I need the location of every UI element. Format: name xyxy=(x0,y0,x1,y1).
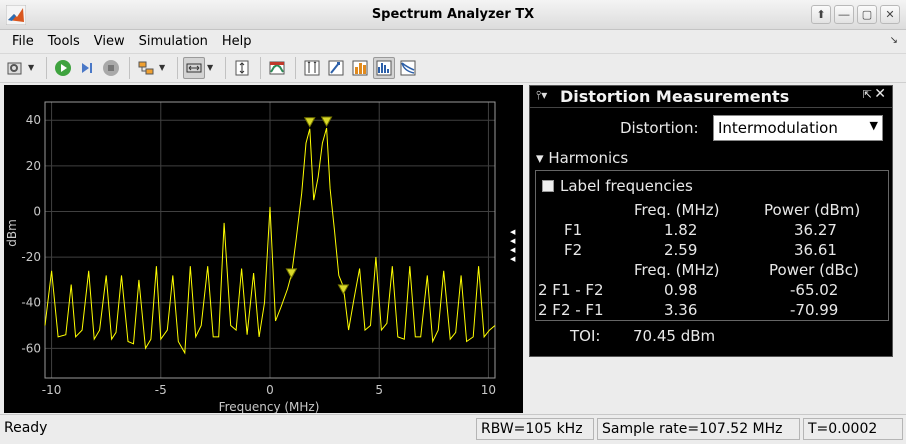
row-freq: 3.36 xyxy=(664,301,698,319)
cursor-measurements-icon[interactable] xyxy=(349,57,371,79)
status-ready: Ready xyxy=(4,420,48,436)
row-freq: 0.98 xyxy=(664,281,698,299)
ccdf-icon[interactable] xyxy=(397,57,419,79)
close-icon[interactable]: ✕ xyxy=(880,5,900,24)
run-icon[interactable] xyxy=(52,57,74,79)
label-frequencies-row[interactable]: Label frequencies xyxy=(542,177,693,195)
pin-icon[interactable]: ⫯▾ xyxy=(536,88,547,103)
row-freq: 2.59 xyxy=(664,241,698,259)
y-tick-label: 40 xyxy=(26,113,41,127)
status-bar: Ready RBW=105 kHz Sample rate=107.52 MHz… xyxy=(0,414,906,444)
row-name: 2 F2 - F1 xyxy=(538,301,604,319)
distortion-measurements-panel: ⫯▾ Distortion Measurements ⇱ ✕ Distortio… xyxy=(529,85,893,357)
distortion-select-value: Intermodulation xyxy=(718,119,838,137)
y-tick-label: -20 xyxy=(21,250,41,264)
x-tick-label: -10 xyxy=(42,383,62,397)
restore-up-icon[interactable]: ⬆ xyxy=(811,5,831,24)
menu-help[interactable]: Help xyxy=(216,34,260,49)
title-bar: Spectrum Analyzer TX ⬆ ― ▢ ✕ xyxy=(0,0,906,30)
peak-marker[interactable] xyxy=(285,268,298,279)
menu-file[interactable]: File xyxy=(6,34,42,49)
settings-dropdown-icon[interactable]: ▼ xyxy=(28,57,37,79)
panel-header: ⫯▾ Distortion Measurements ⇱ ✕ xyxy=(530,86,892,108)
dock-arrow-icon[interactable]: ↘ xyxy=(890,35,898,46)
label-frequencies-label: Label frequencies xyxy=(560,177,693,195)
signal-selector-dropdown-icon[interactable]: ▼ xyxy=(159,57,168,79)
window-title: Spectrum Analyzer TX xyxy=(371,7,535,22)
power-header: Power (dBm) xyxy=(764,201,861,219)
peak-finder-icon[interactable] xyxy=(325,57,347,79)
panel-close-icon[interactable]: ✕ xyxy=(874,86,886,102)
harmonics-section-toggle[interactable]: ▾ Harmonics xyxy=(536,149,628,167)
row-name: 2 F1 - F2 xyxy=(538,281,604,299)
collapse-triangle-icon: ▾ xyxy=(536,149,544,167)
spectrum-plot[interactable]: 40 20 0 -20 -40 -60 -10 -5 0 5 10 dBm Frequency (… xyxy=(4,85,523,413)
row-name: F1 xyxy=(564,221,583,239)
chevron-down-icon: ▼ xyxy=(869,119,878,132)
step-forward-icon[interactable] xyxy=(76,57,98,79)
maximize-icon[interactable]: ▢ xyxy=(857,5,877,24)
row-power: 36.27 xyxy=(794,221,837,239)
zoom-icon[interactable] xyxy=(183,57,205,79)
stop-icon[interactable] xyxy=(100,57,122,79)
row-power: -70.99 xyxy=(790,301,839,319)
distortion-select[interactable]: Intermodulation ▼ xyxy=(713,115,883,141)
x-tick-label: 10 xyxy=(481,383,496,397)
y-tick-label: 20 xyxy=(26,159,41,173)
freq-header: Freq. (MHz) xyxy=(634,261,720,279)
spectrum-analyzer-window: Spectrum Analyzer TX ⬆ ― ▢ ✕ File Tools … xyxy=(0,0,906,444)
distortion-measurements-icon[interactable] xyxy=(373,57,395,79)
toolbar: ▼ ▼ ▼ xyxy=(0,53,906,83)
peak-marker[interactable] xyxy=(320,116,333,128)
y-tick-label: -40 xyxy=(21,296,41,310)
y-tick-label: -60 xyxy=(21,341,41,355)
harmonics-table: Label frequencies Freq. (MHz) Power (dBm… xyxy=(535,170,889,321)
toi-label: TOI: xyxy=(570,327,601,345)
status-rbw: RBW=105 kHz xyxy=(476,418,594,440)
power-header: Power (dBc) xyxy=(769,261,859,279)
status-sample-rate: Sample rate=107.52 MHz xyxy=(597,418,800,440)
x-tick-label: 0 xyxy=(266,383,274,397)
y-tick-label: 0 xyxy=(33,204,41,218)
peak-marker[interactable] xyxy=(337,284,350,295)
x-axis-label: Frequency (MHz) xyxy=(219,400,320,413)
menu-simulation[interactable]: Simulation xyxy=(133,34,216,49)
row-power: -65.02 xyxy=(790,281,839,299)
panel-title: Distortion Measurements xyxy=(560,87,790,106)
toi-value: 70.45 dBm xyxy=(633,327,716,345)
label-frequencies-checkbox[interactable] xyxy=(542,180,554,192)
menu-view[interactable]: View xyxy=(88,34,133,49)
row-freq: 1.82 xyxy=(664,221,698,239)
settings-icon[interactable] xyxy=(4,57,26,79)
signal-selector-icon[interactable] xyxy=(135,57,157,79)
spectrum-chart: 40 20 0 -20 -40 -60 -10 -5 0 5 10 dBm Frequency (… xyxy=(5,101,496,413)
channel-measurements-icon[interactable] xyxy=(266,57,288,79)
y-axis-label: dBm xyxy=(5,219,19,247)
x-tick-label: 5 xyxy=(375,383,383,397)
menu-tools[interactable]: Tools xyxy=(42,34,88,49)
zoom-dropdown-icon[interactable]: ▼ xyxy=(207,57,216,79)
minimize-icon[interactable]: ― xyxy=(834,5,854,24)
row-power: 36.61 xyxy=(794,241,837,259)
freq-header: Freq. (MHz) xyxy=(634,201,720,219)
distortion-label: Distortion: xyxy=(620,119,699,137)
panel-collapse-arrows-icon[interactable]: ◀ ◀ ◀ ◀ xyxy=(510,228,520,264)
row-name: F2 xyxy=(564,241,583,259)
peak-marker[interactable] xyxy=(303,117,316,128)
undock-icon[interactable]: ⇱ xyxy=(863,88,872,101)
status-time: T=0.0002 xyxy=(803,418,903,440)
autoscale-icon[interactable] xyxy=(231,57,253,79)
data-cursor-icon[interactable] xyxy=(301,57,323,79)
harmonics-label: Harmonics xyxy=(548,149,629,167)
menu-bar: File Tools View Simulation Help xyxy=(0,30,906,52)
x-tick-label: -5 xyxy=(155,383,167,397)
